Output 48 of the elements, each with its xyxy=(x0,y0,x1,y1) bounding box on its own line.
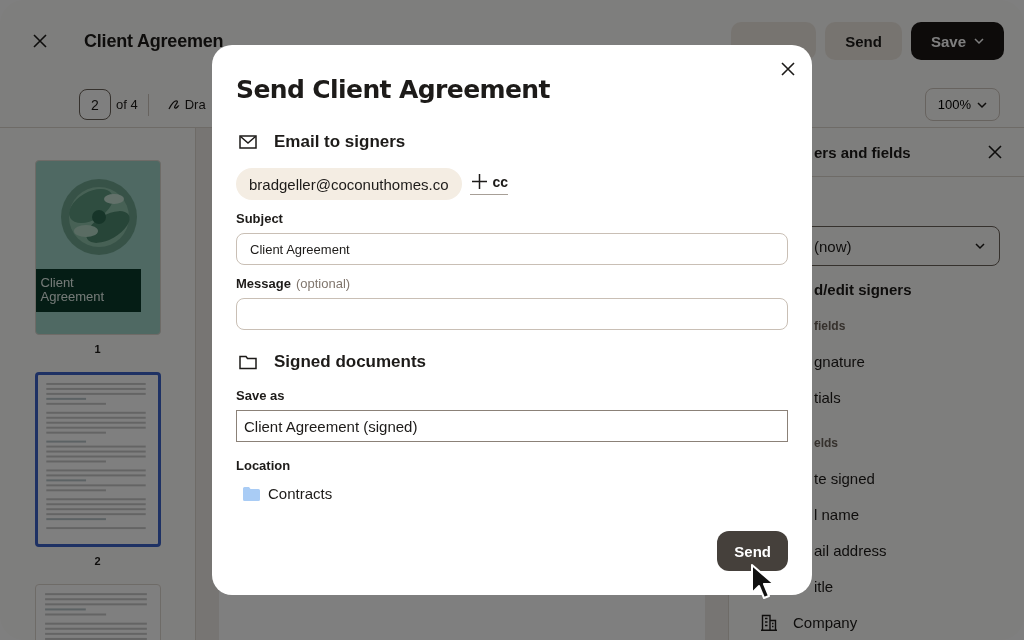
dialog-title: Send Client Agreement xyxy=(236,75,551,104)
subject-field[interactable]: Client Agreement xyxy=(236,233,788,265)
optional-hint: (optional) xyxy=(295,276,351,291)
field-label: Subject xyxy=(236,211,284,226)
field-label: Message xyxy=(236,276,291,291)
field-option[interactable]: l name xyxy=(814,505,860,523)
group-label: fields xyxy=(814,319,847,333)
cover-title: Client Agreement xyxy=(35,269,141,312)
filename-field[interactable]: Client Agreement (signed) xyxy=(236,410,788,442)
message-field[interactable] xyxy=(236,298,788,330)
page-number: 2 xyxy=(94,555,101,567)
page-number: 1 xyxy=(94,343,101,355)
folder-name[interactable]: Contracts xyxy=(268,485,333,502)
page-number-field[interactable]: 2 xyxy=(79,89,111,120)
header-button[interactable]: Send xyxy=(825,22,902,60)
folder-icon xyxy=(243,486,260,501)
caret-icon xyxy=(975,241,985,251)
field-option[interactable]: gnature xyxy=(814,352,865,370)
caret-icon xyxy=(977,99,987,110)
field-option[interactable]: itle xyxy=(814,577,834,595)
field-option[interactable]: ail address xyxy=(814,541,887,559)
field-option[interactable]: Company xyxy=(793,613,858,631)
building-icon xyxy=(761,613,777,631)
folder-icon xyxy=(239,354,257,370)
section-heading: d/edit signers xyxy=(814,281,913,298)
draw-icon xyxy=(166,98,180,111)
recipient-chip[interactable]: bradgeller@coconuthomes.co xyxy=(236,168,462,200)
field-label: Save as xyxy=(236,388,286,403)
panel-title: ers and fields xyxy=(814,143,912,161)
toolbar-label[interactable]: Dra xyxy=(184,97,206,112)
document-title: Client Agreemen xyxy=(84,30,224,52)
close-icon[interactable] xyxy=(781,62,795,76)
add-cc-button[interactable]: cc xyxy=(469,173,509,195)
caret-icon xyxy=(974,36,984,46)
save-button[interactable]: Save xyxy=(910,22,1004,60)
page-thumbnail[interactable]: Client Agreement xyxy=(34,160,161,335)
send-button[interactable]: Send xyxy=(717,531,788,571)
zoom-dropdown[interactable]: 100% xyxy=(924,88,1000,121)
field-option[interactable]: te signed xyxy=(814,469,875,487)
field-option[interactable]: tials xyxy=(814,388,841,406)
plus-icon xyxy=(471,174,487,189)
field-label: Location xyxy=(236,458,292,473)
group-label: elds xyxy=(814,436,839,450)
section-title: Email to signers xyxy=(274,132,406,152)
page-count: of 4 xyxy=(116,97,138,112)
page-thumbnail[interactable] xyxy=(34,372,161,547)
mail-icon xyxy=(239,134,257,150)
section-title: Signed documents xyxy=(274,352,427,372)
